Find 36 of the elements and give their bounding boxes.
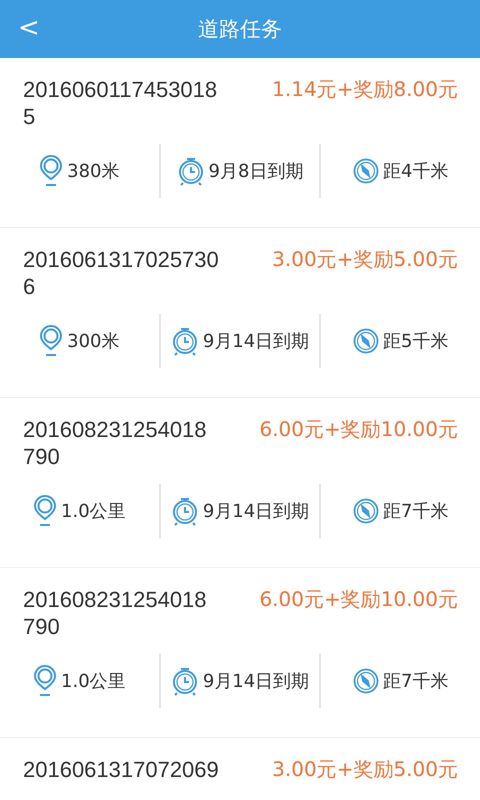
task-reward: 6.00元+奖励10.00元	[259, 416, 458, 443]
due-date: 9月14日到期	[202, 500, 310, 523]
task-number: 2016061317025730 6	[23, 246, 220, 300]
alarm-clock-icon	[170, 326, 199, 356]
task-distance: 380米	[67, 160, 120, 183]
due-date: 9月14日到期	[202, 670, 310, 693]
compass-icon	[352, 328, 379, 354]
task-distance: 1.0公里	[61, 670, 126, 693]
task-number: 201608231254018 790	[23, 416, 208, 470]
back-button[interactable]: <	[14, 12, 44, 44]
location-pin-icon	[33, 665, 58, 697]
task-reward: 1.14元+奖励8.00元	[272, 76, 458, 103]
alarm-clock-icon	[170, 666, 199, 696]
distance-away: 距4千米	[382, 160, 448, 183]
location-pin-icon	[39, 155, 64, 187]
distance-away: 距5千米	[382, 330, 448, 353]
compass-icon	[352, 158, 379, 184]
distance-away: 距7千米	[382, 670, 448, 693]
task-reward: 3.00元+奖励5.00元	[272, 246, 458, 273]
compass-icon	[352, 498, 379, 524]
alarm-clock-icon	[176, 156, 205, 186]
task-reward: 6.00元+奖励10.00元	[259, 586, 458, 613]
task-number: 2016061317072069	[23, 756, 220, 783]
task-number: 201608231254018 790	[23, 586, 208, 640]
task-number: 2016060117453018 5	[23, 76, 218, 130]
task-reward: 3.00元+奖励5.00元	[272, 756, 458, 783]
due-date: 9月8日到期	[208, 160, 304, 183]
compass-icon	[352, 668, 379, 694]
location-pin-icon	[39, 325, 64, 357]
task-distance: 1.0公里	[61, 500, 126, 523]
due-date: 9月14日到期	[202, 330, 310, 353]
page-title: 道路任务	[198, 16, 282, 43]
alarm-clock-icon	[170, 496, 199, 526]
distance-away: 距7千米	[382, 500, 448, 523]
location-pin-icon	[33, 495, 58, 527]
task-distance: 300米	[67, 330, 120, 353]
